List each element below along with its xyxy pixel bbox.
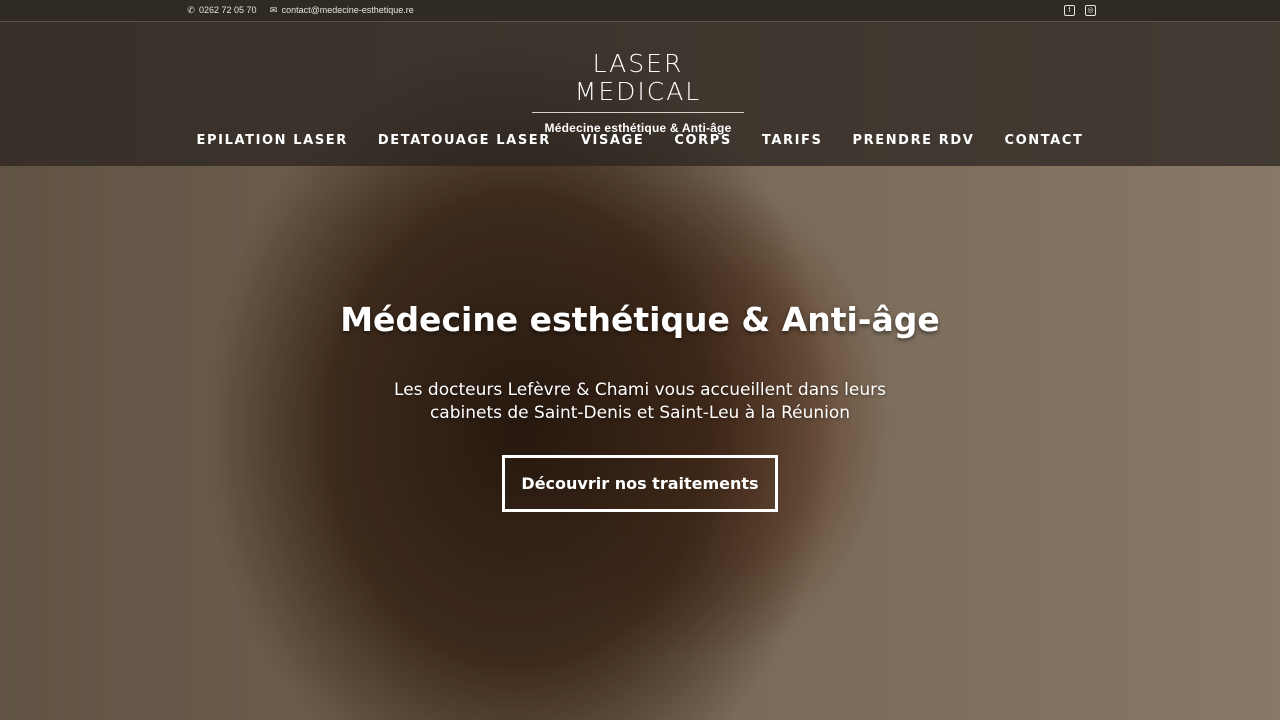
main-navigation: EPILATION LASER DETATOUAGE LASER VISAGE … (0, 133, 1280, 148)
facebook-icon[interactable]: f (1064, 5, 1075, 16)
logo-title: LASER MEDICAL (574, 49, 702, 106)
instagram-icon[interactable]: ◎ (1085, 5, 1096, 16)
nav-epilation-laser[interactable]: EPILATION LASER (197, 133, 348, 148)
top-bar: ✆ 0262 72 05 70 ✉ contact@medecine-esthe… (0, 0, 1280, 22)
contact-info: ✆ 0262 72 05 70 ✉ contact@medecine-esthe… (186, 5, 414, 15)
social-links: f ◎ (1064, 5, 1096, 16)
email-address[interactable]: contact@medecine-esthetique.re (282, 5, 414, 15)
hero-description: Les docteurs Lefèvre & Chami vous accuei… (394, 380, 886, 423)
phone-number[interactable]: 0262 72 05 70 (199, 5, 257, 15)
envelope-icon: ✉ (269, 5, 278, 15)
site-header: LASER MEDICAL Médecine esthétique & Anti… (0, 22, 1280, 166)
phone-link[interactable]: ✆ 0262 72 05 70 (186, 5, 257, 15)
phone-icon: ✆ (187, 5, 195, 15)
site-logo[interactable]: LASER MEDICAL Médecine esthétique & Anti… (532, 50, 744, 135)
nav-visage[interactable]: VISAGE (581, 133, 644, 148)
discover-treatments-button[interactable]: Découvrir nos traitements (502, 455, 778, 512)
email-link[interactable]: ✉ contact@medecine-esthetique.re (269, 5, 414, 15)
nav-detatouage-laser[interactable]: DETATOUAGE LASER (378, 133, 551, 148)
hero-title: Médecine esthétique & Anti-âge (340, 300, 940, 339)
nav-tarifs[interactable]: TARIFS (762, 133, 823, 148)
hero-content: Médecine esthétique & Anti-âge Les docte… (0, 300, 1280, 512)
nav-prendre-rdv[interactable]: PRENDRE RDV (852, 133, 974, 148)
logo-divider (532, 112, 744, 113)
nav-contact[interactable]: CONTACT (1004, 133, 1083, 148)
nav-corps[interactable]: CORPS (674, 133, 732, 148)
